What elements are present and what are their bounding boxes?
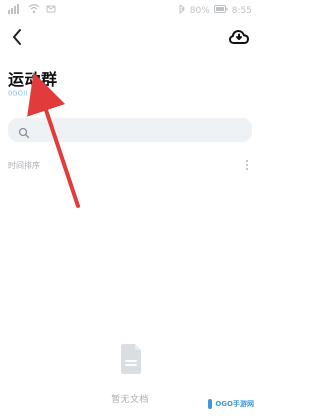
sort-option[interactable]: 时间排序 bbox=[8, 160, 40, 171]
screen: 80% 8:55 运动群 0GOII 云盘 时间排序 暂无文档 OGO手游网 bbox=[0, 0, 260, 416]
document-icon bbox=[119, 342, 145, 376]
watermark-text: OGO手游网 bbox=[215, 400, 254, 408]
back-button[interactable] bbox=[6, 28, 28, 50]
search-bar[interactable] bbox=[8, 118, 252, 142]
status-right: 80% 8:55 bbox=[178, 4, 252, 17]
signal-icon bbox=[8, 4, 22, 17]
watermark-logo bbox=[208, 399, 213, 409]
bluetooth-icon bbox=[178, 4, 186, 17]
cloud-sync-button[interactable] bbox=[228, 29, 250, 49]
status-left bbox=[8, 4, 56, 17]
search-icon bbox=[18, 124, 30, 139]
status-time: 8:55 bbox=[231, 5, 252, 16]
more-vertical-icon[interactable] bbox=[242, 159, 252, 171]
status-bar: 80% 8:55 bbox=[0, 0, 260, 22]
arrow-line bbox=[27, 72, 80, 208]
page-title: 运动群 bbox=[8, 70, 58, 89]
battery-icon bbox=[213, 5, 228, 16]
chevron-left-icon bbox=[10, 28, 24, 50]
watermark: OGO手游网 bbox=[208, 398, 254, 410]
page-subtitle: 0GOII 云盘 bbox=[8, 89, 44, 98]
cloud-sync-icon bbox=[228, 28, 250, 50]
battery-percent: 80% bbox=[189, 5, 210, 16]
sort-row: 时间排序 bbox=[8, 157, 252, 173]
wifi-icon bbox=[28, 4, 40, 17]
notification-icon bbox=[46, 4, 56, 17]
